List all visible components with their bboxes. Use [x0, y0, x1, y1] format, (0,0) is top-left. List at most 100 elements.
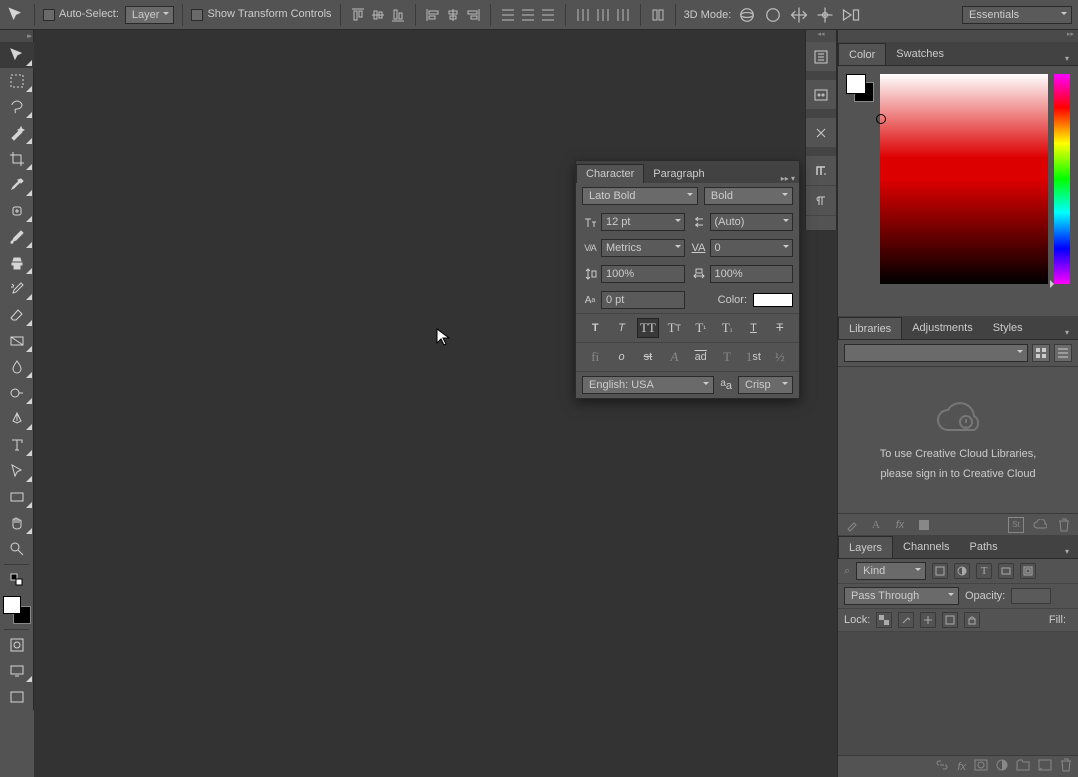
distribute-hcenter-icon[interactable] [594, 6, 612, 24]
cloud-sync-icon[interactable] [1032, 517, 1048, 533]
layers-list[interactable] [838, 632, 1078, 755]
small-caps-button[interactable]: TT [663, 318, 685, 338]
tab-paths[interactable]: Paths [960, 536, 1008, 558]
discretionary-lig-button[interactable]: st [637, 347, 659, 367]
tab-channels[interactable]: Channels [893, 536, 959, 558]
show-transform-checkbox[interactable]: Show Transform Controls [191, 8, 331, 20]
hue-slider[interactable] [1054, 74, 1070, 284]
orbit-3d-icon[interactable] [737, 5, 757, 25]
auto-select-target-select[interactable]: Layer [125, 6, 175, 24]
char-color-swatch[interactable] [753, 293, 793, 307]
all-caps-button[interactable]: TT [637, 318, 659, 338]
align-hcenter-icon[interactable] [444, 6, 462, 24]
library-select[interactable] [844, 344, 1028, 362]
extra-mode-icon[interactable] [0, 684, 34, 710]
font-family-select[interactable]: Lato Bold [582, 187, 698, 205]
layer-group-icon[interactable] [1016, 759, 1030, 774]
faux-italic-button[interactable]: T [611, 318, 633, 338]
hand-tool[interactable] [0, 510, 34, 536]
align-left-icon[interactable] [424, 6, 442, 24]
add-graphic-icon[interactable] [916, 517, 932, 533]
titling-alt-button[interactable]: T [716, 347, 738, 367]
delete-layer-icon[interactable] [1060, 758, 1072, 775]
strikethrough-button[interactable]: T [769, 318, 791, 338]
clone-stamp-tool[interactable] [0, 250, 34, 276]
lock-position-icon[interactable] [920, 612, 936, 628]
leading-input[interactable]: (Auto) [710, 213, 794, 231]
brush-panel-icon[interactable] [806, 118, 836, 148]
font-style-select[interactable]: Bold [704, 187, 793, 205]
pen-tool[interactable] [0, 406, 34, 432]
adjustment-layer-icon[interactable] [996, 759, 1008, 774]
font-size-input[interactable]: 12 pt [601, 213, 685, 231]
subscript-button[interactable]: T₁ [716, 318, 738, 338]
ordinals-button[interactable]: 1st [742, 347, 764, 367]
pan-3d-icon[interactable] [789, 5, 809, 25]
antialias-select[interactable]: Crisp [738, 376, 793, 394]
paragraph-panel-icon[interactable] [806, 186, 836, 216]
crop-tool[interactable] [0, 146, 34, 172]
distribute-bottom-icon[interactable] [539, 6, 557, 24]
swash-button[interactable]: A [663, 347, 685, 367]
layer-fx-icon[interactable]: fx [957, 761, 966, 773]
fractions-button[interactable]: ½ [769, 347, 791, 367]
link-layers-icon[interactable] [935, 759, 949, 774]
color-panel-flyout-icon[interactable] [1060, 51, 1074, 65]
distribute-right-icon[interactable] [614, 6, 632, 24]
screen-mode-icon[interactable] [0, 658, 34, 684]
layers-panel-flyout-icon[interactable] [1060, 544, 1074, 558]
ligatures-button[interactable]: fi [584, 347, 606, 367]
workspace-selector[interactable]: Essentials [962, 6, 1072, 24]
language-select[interactable]: English: USA [582, 376, 714, 394]
layer-mask-icon[interactable] [974, 759, 988, 774]
blend-mode-select[interactable]: Pass Through [844, 587, 959, 605]
superscript-button[interactable]: T¹ [690, 318, 712, 338]
align-right-icon[interactable] [464, 6, 482, 24]
stylistic-alt-button[interactable]: ad [690, 347, 712, 367]
brush-tool[interactable] [0, 224, 34, 250]
add-brush-icon[interactable] [844, 517, 860, 533]
tab-layers[interactable]: Layers [838, 536, 893, 558]
library-grid-view-icon[interactable] [1032, 344, 1050, 362]
faux-bold-button[interactable]: T [584, 318, 606, 338]
history-panel-icon[interactable] [806, 42, 836, 72]
auto-align-icon[interactable] [649, 6, 667, 24]
new-layer-icon[interactable] [1038, 759, 1052, 774]
right-collapse-handle[interactable]: ▸▸ [838, 30, 1078, 42]
underline-button[interactable]: T [742, 318, 764, 338]
roll-3d-icon[interactable] [763, 5, 783, 25]
tracking-input[interactable]: 0 [710, 239, 794, 257]
healing-brush-tool[interactable] [0, 198, 34, 224]
tab-color[interactable]: Color [838, 43, 886, 65]
tab-character[interactable]: Character [576, 164, 644, 183]
lock-all-icon[interactable] [964, 612, 980, 628]
tab-paragraph[interactable]: Paragraph [644, 165, 713, 183]
rectangle-tool[interactable] [0, 484, 34, 510]
align-top-icon[interactable] [349, 6, 367, 24]
lasso-tool[interactable] [0, 94, 34, 120]
distribute-left-icon[interactable] [574, 6, 592, 24]
layer-filter-select[interactable]: Kind [856, 562, 926, 580]
tab-swatches[interactable]: Swatches [886, 43, 954, 65]
distribute-top-icon[interactable] [499, 6, 517, 24]
libraries-panel-flyout-icon[interactable] [1060, 325, 1074, 339]
filter-adjustment-icon[interactable] [954, 563, 970, 579]
dodge-tool[interactable] [0, 380, 34, 406]
zoom-3d-icon[interactable] [841, 5, 861, 25]
default-colors-icon[interactable] [0, 567, 34, 593]
distribute-vcenter-icon[interactable] [519, 6, 537, 24]
opacity-field[interactable] [1011, 588, 1051, 604]
stock-icon[interactable]: St [1008, 517, 1024, 533]
slide-3d-icon[interactable] [815, 5, 835, 25]
library-list-view-icon[interactable] [1054, 344, 1072, 362]
baseline-input[interactable]: 0 pt [601, 291, 685, 309]
zoom-tool[interactable] [0, 536, 34, 562]
color-field[interactable] [880, 74, 1048, 284]
vscale-input[interactable]: 100% [601, 265, 685, 283]
hscale-input[interactable]: 100% [710, 265, 794, 283]
character-panel[interactable]: Character Paragraph ▸▸ ▾ Lato Bold Bold … [575, 160, 800, 399]
add-fx-icon[interactable]: fx [892, 517, 908, 533]
history-brush-tool[interactable] [0, 276, 34, 302]
character-panel-icon[interactable] [806, 156, 836, 186]
contextual-alt-button[interactable]: o [611, 347, 633, 367]
